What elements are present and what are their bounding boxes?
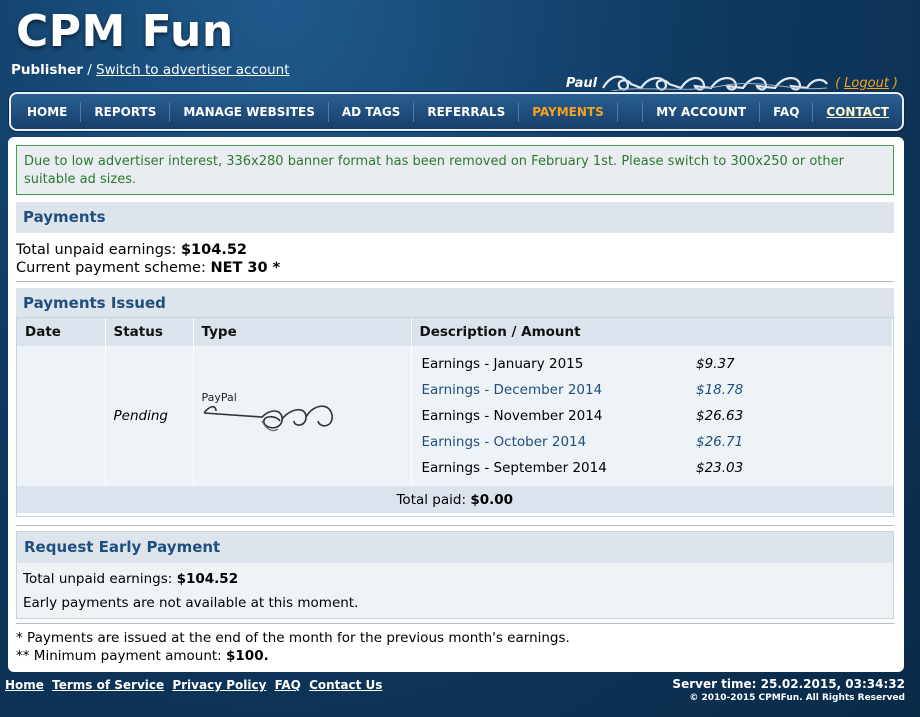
nav-referrals[interactable]: REFERRALS <box>414 101 520 122</box>
server-time: Server time: 25.02.2015, 03:34:32 <box>672 677 905 691</box>
switch-account-link[interactable]: Switch to advertiser account <box>96 62 289 78</box>
footnote-minimum-label: ** Minimum payment amount: <box>16 648 222 664</box>
main-nav: HOME REPORTS MANAGE WEBSITES AD TAGS REF… <box>9 92 904 131</box>
early-payment-heading: Request Early Payment <box>17 532 893 563</box>
content-panel: Due to low advertiser interest, 336x280 … <box>8 137 904 672</box>
table-row: Pending PayPal Earnings - January 2015 $… <box>17 346 893 486</box>
site-logo[interactable]: CPM Fun <box>16 6 234 57</box>
table-header-row: Date Status Type Description / Amount <box>17 318 893 346</box>
footer-terms-link[interactable]: Terms of Service <box>52 678 164 692</box>
payment-status: Pending <box>113 408 168 424</box>
payment-scheme-value: NET 30 * <box>210 260 281 276</box>
early-payment-box: Request Early Payment Total unpaid earni… <box>16 531 894 619</box>
logout-open-paren: ( <box>835 75 841 91</box>
username: Paul <box>565 75 598 91</box>
early-unpaid-label: Total unpaid earnings: <box>23 571 173 587</box>
divider <box>16 623 894 624</box>
payments-issued-table: Date Status Type Description / Amount Pe… <box>17 318 893 513</box>
payment-scheme-label: Current payment scheme: <box>16 260 206 276</box>
footnote-payment-schedule: * Payments are issued at the end of the … <box>16 630 570 646</box>
logout-link[interactable]: Logout <box>844 76 889 91</box>
nav-home[interactable]: HOME <box>11 101 82 122</box>
total-paid-value: $0.00 <box>470 491 514 508</box>
footnote-minimum-line: ** Minimum payment amount: $100. <box>16 647 570 665</box>
paypal-ornament-icon <box>202 405 333 432</box>
unpaid-earnings-value: $104.52 <box>180 242 248 258</box>
description-cell: Earnings - January 2015 $9.37 Earnings -… <box>411 346 893 486</box>
earnings-amount: $18.78 <box>696 382 744 398</box>
nav-faq[interactable]: FAQ <box>760 101 814 122</box>
type-cell: PayPal <box>193 346 412 486</box>
role-separator: / <box>87 62 92 78</box>
early-payment-note: Early payments are not available at this… <box>23 595 359 611</box>
copyright: © 2010-2015 CPMFun. All Rights Reserved <box>689 693 905 703</box>
earnings-desc: Earnings - October 2014 <box>421 434 587 450</box>
payments-summary: Total unpaid earnings: $104.52 Current p… <box>16 241 280 277</box>
logout-close-paren: ) <box>892 75 898 91</box>
earnings-amount: $26.63 <box>696 408 744 424</box>
footer-privacy-link[interactable]: Privacy Policy <box>172 678 266 692</box>
payments-issued-table-box: Date Status Type Description / Amount Pe… <box>16 317 894 517</box>
early-unpaid-value: $104.52 <box>176 571 239 587</box>
divider <box>16 281 894 282</box>
earnings-desc: Earnings - November 2014 <box>421 408 603 424</box>
total-paid-label: Total paid: <box>396 491 467 508</box>
col-date: Date <box>17 318 106 346</box>
nav-spacer <box>618 101 644 122</box>
total-paid-row: Total paid: $0.00 <box>17 486 893 513</box>
nav-contact[interactable]: CONTACT <box>813 102 902 122</box>
early-unpaid-line: Total unpaid earnings: $104.52 <box>17 567 893 591</box>
col-type: Type <box>193 318 412 346</box>
paypal-method: PayPal <box>202 391 342 441</box>
col-status: Status <box>105 318 194 346</box>
payment-scheme-line: Current payment scheme: NET 30 * <box>16 259 280 277</box>
nav-ad-tags[interactable]: AD TAGS <box>329 101 415 122</box>
earnings-list: Earnings - January 2015 $9.37 Earnings -… <box>420 351 885 481</box>
notice-banner: Due to low advertiser interest, 336x280 … <box>16 145 894 195</box>
footer-info: Server time: 25.02.2015, 03:34:32 © 2010… <box>672 677 905 703</box>
earnings-row: Earnings - September 2014 $23.03 <box>420 455 885 481</box>
earnings-amount: $9.37 <box>696 356 735 372</box>
earnings-row: Earnings - January 2015 $9.37 <box>420 351 885 377</box>
earnings-row: Earnings - October 2014 $26.71 <box>420 429 885 455</box>
earnings-amount: $23.03 <box>696 460 744 476</box>
date-cell <box>17 346 106 486</box>
earnings-row: Earnings - November 2014 $26.63 <box>420 403 885 429</box>
footer-contact-link[interactable]: Contact Us <box>309 678 382 692</box>
role-label: Publisher <box>11 62 83 78</box>
footer-links: Home Terms of Service Privacy Policy FAQ… <box>5 678 386 692</box>
nav-manage-websites[interactable]: MANAGE WEBSITES <box>170 101 329 122</box>
footnote-minimum-value: $100. <box>226 648 269 664</box>
payments-issued-heading: Payments Issued <box>16 288 894 319</box>
unpaid-earnings-label: Total unpaid earnings: <box>16 242 177 258</box>
earnings-desc: Earnings - December 2014 <box>421 382 603 398</box>
payments-heading: Payments <box>16 202 894 233</box>
divider <box>16 525 894 526</box>
earnings-row: Earnings - December 2014 $18.78 <box>420 377 885 403</box>
unpaid-earnings-line: Total unpaid earnings: $104.52 <box>16 241 280 259</box>
nav-reports[interactable]: REPORTS <box>81 101 171 122</box>
col-description: Description / Amount <box>411 318 893 346</box>
status-cell: Pending <box>105 346 194 486</box>
nav-my-account[interactable]: MY ACCOUNT <box>643 101 761 122</box>
footnotes: * Payments are issued at the end of the … <box>16 629 570 665</box>
earnings-amount: $26.71 <box>696 434 744 450</box>
footer-home-link[interactable]: Home <box>5 678 44 692</box>
total-paid-cell: Total paid: $0.00 <box>17 486 893 513</box>
nav-payments[interactable]: PAYMENTS <box>519 101 618 122</box>
earnings-desc: Earnings - September 2014 <box>421 460 607 476</box>
role-line: Publisher / Switch to advertiser account <box>11 62 290 78</box>
earnings-desc: Earnings - January 2015 <box>421 356 584 372</box>
footer-faq-link[interactable]: FAQ <box>275 678 301 692</box>
